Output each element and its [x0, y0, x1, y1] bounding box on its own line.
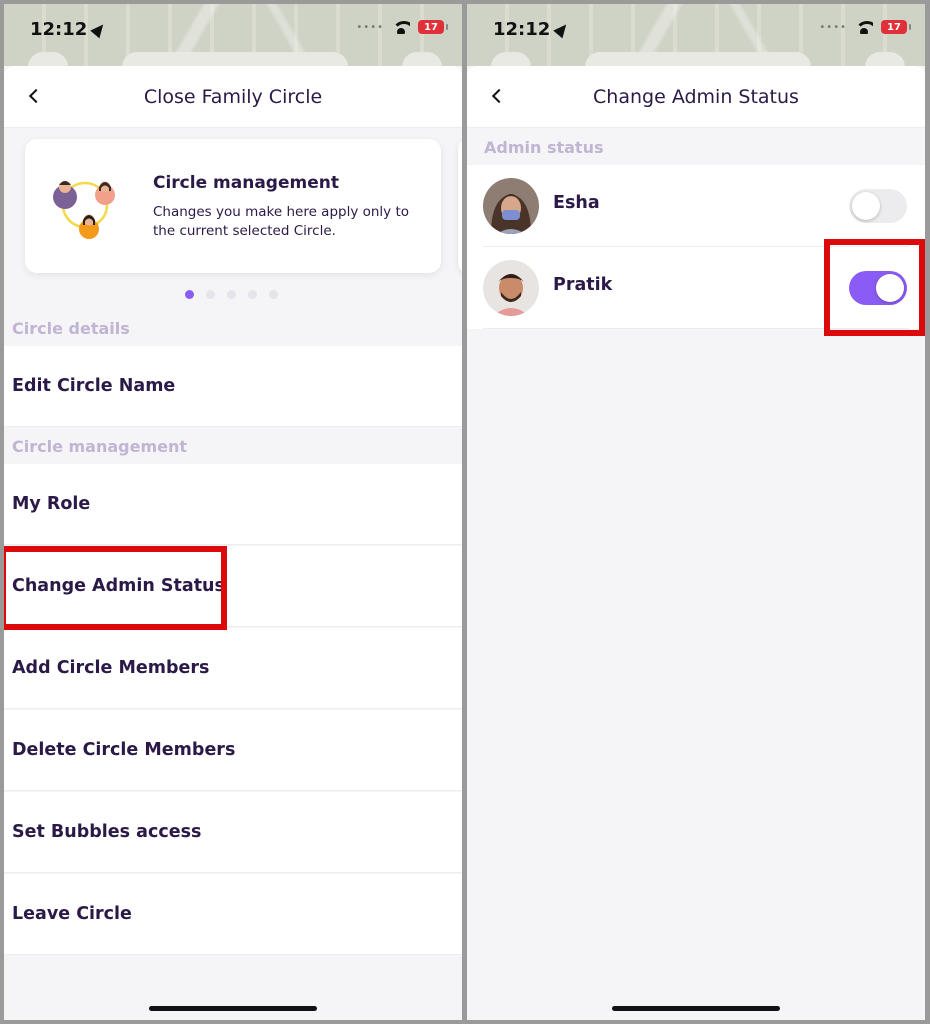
- admin-toggle-pratik[interactable]: [849, 271, 907, 305]
- change-admin-status-item[interactable]: Change Admin Status: [4, 546, 462, 627]
- pagination-dot[interactable]: [269, 290, 278, 299]
- member-name: Pratik: [553, 275, 613, 295]
- pagination-dot-active[interactable]: [185, 290, 194, 299]
- status-bar: 12:12 •••• 17: [4, 4, 462, 82]
- nav-header: Close Family Circle: [4, 66, 462, 128]
- carousel-pagination[interactable]: [185, 290, 278, 299]
- menu-item-label: Change Admin Status: [12, 576, 225, 596]
- menu-item-label: My Role: [12, 494, 91, 514]
- chevron-left-icon: [491, 88, 507, 104]
- next-info-card[interactable]: [458, 139, 462, 273]
- menu-item-label: Leave Circle: [12, 904, 132, 924]
- set-bubbles-access-item[interactable]: Set Bubbles access: [4, 792, 462, 873]
- menu-item-label: Delete Circle Members: [12, 740, 236, 760]
- time-text: 12:12: [30, 19, 88, 40]
- left-screen: 12:12 •••• 17 Close Family Circle Circle…: [4, 4, 462, 1020]
- divider: [483, 328, 909, 329]
- toggle-knob: [852, 192, 880, 220]
- leave-circle-item[interactable]: Leave Circle: [4, 874, 462, 955]
- battery-icon: 17: [881, 20, 911, 34]
- info-card-description: Changes you make here apply only to the …: [153, 204, 410, 239]
- status-bar: 12:12 •••• 17: [467, 4, 925, 82]
- nav-header: Change Admin Status: [467, 66, 925, 128]
- menu-item-label: Edit Circle Name: [12, 376, 176, 396]
- wifi-icon: [392, 20, 410, 34]
- signal-icon: ••••: [356, 21, 384, 33]
- my-role-item[interactable]: My Role: [4, 464, 462, 545]
- location-arrow-icon: [553, 20, 572, 39]
- info-card[interactable]: Circle management Changes you make here …: [25, 139, 441, 273]
- system-icons: •••• 17: [819, 20, 911, 34]
- section-header-circle-management: Circle management: [12, 436, 188, 456]
- member-name: Esha: [553, 193, 600, 213]
- pagination-dot[interactable]: [206, 290, 215, 299]
- status-time: 12:12: [493, 19, 572, 40]
- member-row-pratik: Pratik: [467, 247, 925, 329]
- avatar-esha-icon: [483, 178, 539, 234]
- time-text: 12:12: [493, 19, 551, 40]
- info-card-title: Circle management: [153, 173, 339, 193]
- pagination-dot[interactable]: [227, 290, 236, 299]
- page-title: Close Family Circle: [143, 85, 323, 108]
- avatar: [483, 178, 539, 234]
- page-title: Change Admin Status: [593, 85, 799, 108]
- menu-item-label: Set Bubbles access: [12, 822, 202, 842]
- chevron-left-icon: [28, 88, 44, 104]
- info-carousel[interactable]: Circle management Changes you make here …: [4, 128, 462, 310]
- status-time: 12:12: [30, 19, 109, 40]
- battery-level: 17: [887, 21, 901, 33]
- back-button[interactable]: [24, 86, 44, 106]
- delete-circle-members-item[interactable]: Delete Circle Members: [4, 710, 462, 791]
- signal-icon: ••••: [819, 21, 847, 33]
- circle-members-illustration-icon: [53, 181, 115, 239]
- edit-circle-name-item[interactable]: Edit Circle Name: [4, 346, 462, 427]
- pagination-dot[interactable]: [248, 290, 257, 299]
- battery-icon: 17: [418, 20, 448, 34]
- location-arrow-icon: [90, 20, 109, 39]
- admin-toggle-esha[interactable]: [849, 189, 907, 223]
- right-screen: 12:12 •••• 17 Change Admin Status Admin …: [467, 4, 925, 1020]
- add-circle-members-item[interactable]: Add Circle Members: [4, 628, 462, 709]
- wifi-icon: [855, 20, 873, 34]
- home-indicator[interactable]: [149, 1006, 317, 1011]
- member-row-esha: Esha: [467, 165, 925, 247]
- system-icons: •••• 17: [356, 20, 448, 34]
- section-header-circle-details: Circle details: [12, 318, 130, 338]
- back-button[interactable]: [487, 86, 507, 106]
- toggle-knob: [876, 274, 904, 302]
- section-header-admin-status: Admin status: [484, 137, 604, 157]
- menu-item-label: Add Circle Members: [12, 658, 210, 678]
- avatar-pratik-icon: [483, 260, 539, 316]
- battery-level: 17: [424, 21, 438, 33]
- avatar: [483, 260, 539, 316]
- home-indicator[interactable]: [612, 1006, 780, 1011]
